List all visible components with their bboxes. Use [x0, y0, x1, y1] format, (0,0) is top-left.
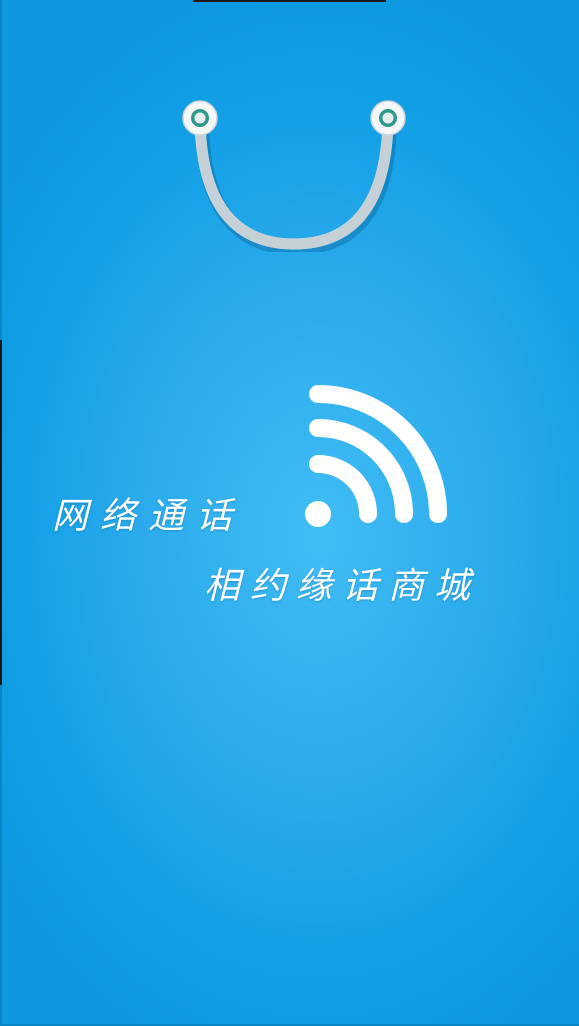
- splash-screen: 网络通话 相约缘话商城: [0, 0, 579, 1026]
- shopping-bag-handle-icon: [182, 100, 406, 252]
- top-notch: [193, 0, 386, 2]
- slogan-line-1: 网络通话: [52, 496, 245, 537]
- slogan-line-2: 相约缘话商城: [204, 566, 481, 607]
- left-edge-dark-segment: [0, 340, 2, 685]
- wifi-signal-icon: [305, 385, 447, 527]
